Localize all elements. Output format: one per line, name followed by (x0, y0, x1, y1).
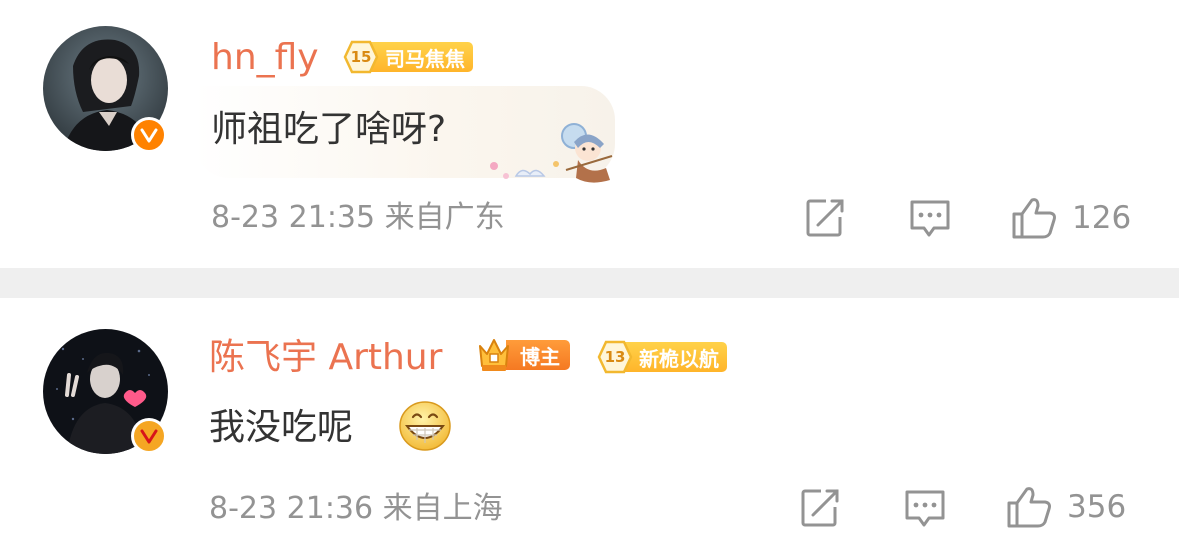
comment-text: 我没吃呢 (209, 407, 354, 448)
level-title: 新桅以航 (625, 342, 727, 372)
like-icon (1007, 487, 1051, 528)
fan-level-badge[interactable]: 15 司马焦焦 (343, 40, 473, 74)
comment-icon (910, 200, 950, 237)
blogger-badge[interactable]: 博主 (474, 338, 570, 372)
comment-location: 来自上海 (382, 491, 503, 526)
comment-location: 来自广东 (384, 200, 505, 235)
grin-emoji (398, 400, 452, 452)
like-button[interactable]: 126 (1010, 196, 1131, 240)
comment-divider (0, 268, 1179, 298)
share-icon (801, 489, 839, 527)
username[interactable]: 陈飞宇 Arthur (209, 338, 442, 378)
share-icon (806, 199, 844, 237)
username[interactable]: hn_fly (211, 38, 319, 78)
verified-icon (131, 117, 167, 153)
like-button[interactable]: 356 (1005, 485, 1126, 529)
comment-date: 8-23 (209, 491, 278, 526)
decorative-sticker (470, 118, 625, 188)
fan-level-badge[interactable]: 13 新桅以航 (597, 340, 727, 374)
level-hex-icon: 13 (597, 340, 633, 374)
comment-time: 21:35 (288, 200, 376, 235)
share-button[interactable] (804, 197, 846, 239)
like-count: 126 (1072, 200, 1132, 236)
blogger-label: 博主 (506, 340, 570, 370)
level-title: 司马焦焦 (371, 42, 473, 72)
reply-button[interactable] (908, 198, 952, 240)
crown-icon (474, 336, 514, 374)
comment-text: 师祖吃了啥呀? (211, 109, 447, 150)
level-number: 15 (350, 48, 372, 66)
level-number: 13 (604, 348, 626, 366)
comment-icon (905, 490, 945, 527)
comment-time: 21:36 (286, 491, 374, 526)
like-count: 356 (1067, 489, 1127, 525)
comment-item: 陈飞宇 Arthur 博主 13 新桅以航 我没吃呢 8-23 21:36 来自… (0, 298, 1179, 556)
like-icon (1012, 198, 1056, 239)
share-button[interactable] (799, 487, 841, 529)
comment-meta: 8-23 21:35 来自广东 (211, 200, 505, 236)
comment-meta: 8-23 21:36 来自上海 (209, 491, 503, 527)
reply-button[interactable] (903, 488, 947, 530)
level-hex-icon: 15 (343, 40, 379, 74)
comment-item: hn_fly 15 司马焦焦 师祖吃了啥呀? 8-23 21:35 来自广东 1… (0, 0, 1179, 268)
verified-icon (131, 418, 167, 454)
comment-date: 8-23 (211, 200, 280, 235)
